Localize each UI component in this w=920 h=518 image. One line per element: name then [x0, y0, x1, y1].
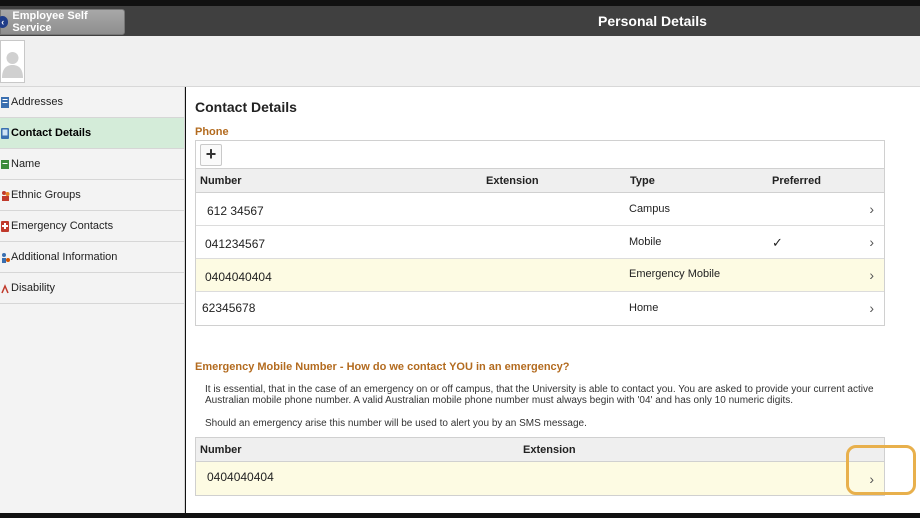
emergency-sms-note: Should an emergency arise this number wi… [205, 418, 587, 429]
table-row[interactable]: 62345678 Home › [196, 292, 884, 325]
table-row[interactable]: 041234567 Mobile ✓ › [196, 226, 884, 259]
additional-info-icon [0, 251, 10, 263]
phone-type: Home [629, 302, 659, 314]
column-header-extension: Extension [486, 175, 539, 187]
phone-section-title: Phone [195, 126, 229, 138]
back-button[interactable]: ‹ Employee Self Service [0, 9, 125, 35]
phone-grid-header: Number Extension Type Preferred [196, 169, 884, 193]
sidebar: Addresses Contact Details Name Ethnic Gr… [0, 87, 185, 513]
phone-number: 612 34567 [207, 204, 264, 218]
chevron-right-icon: › [869, 471, 874, 487]
sidebar-item-label: Contact Details [11, 127, 92, 139]
emergency-grid-header: Number Extension [196, 438, 884, 462]
profile-banner [0, 36, 920, 87]
sidebar-item-additional-information[interactable]: Additional Information [0, 242, 184, 273]
table-row[interactable]: 612 34567 Campus › [196, 193, 884, 226]
emergency-mobile-number: 0404040404 [207, 470, 274, 484]
sidebar-item-label: Disability [11, 282, 56, 294]
section-title: Contact Details [195, 99, 297, 115]
phone-type: Emergency Mobile [629, 268, 721, 280]
phone-grid-toolbar: + [196, 141, 884, 169]
header-bar: ‹ Employee Self Service Personal Details [0, 6, 920, 36]
app-frame: ‹ Employee Self Service Personal Details… [0, 0, 920, 518]
back-arrow-icon: ‹ [0, 16, 9, 28]
phone-number: 041234567 [205, 237, 266, 251]
emergency-number-row[interactable]: 0404040404 › [196, 462, 884, 495]
chevron-right-icon: › [869, 201, 874, 217]
column-header-number: Number [200, 444, 242, 456]
ethnic-groups-icon [0, 189, 10, 201]
phone-number: 62345678 [202, 301, 256, 315]
page-title: Personal Details [598, 13, 707, 29]
avatar [0, 40, 25, 83]
phone-type: Campus [629, 203, 670, 215]
sidebar-item-contact-details[interactable]: Contact Details [0, 118, 184, 149]
sidebar-item-label: Addresses [11, 96, 63, 108]
sidebar-item-label: Emergency Contacts [11, 220, 114, 232]
preferred-check-icon: ✓ [772, 235, 783, 250]
sidebar-item-emergency-contacts[interactable]: Emergency Contacts [0, 211, 184, 242]
phone-grid: + Number Extension Type Preferred 612 34… [195, 140, 885, 326]
main-content: Contact Details Phone + Number Extension… [186, 87, 920, 513]
column-header-extension: Extension [523, 444, 576, 456]
phone-type: Mobile [629, 236, 662, 248]
add-phone-button[interactable]: + [200, 143, 222, 166]
disability-icon [0, 282, 10, 294]
emergency-description: It is essential, that in the case of an … [205, 384, 874, 406]
phone-number: 0404040404 [205, 270, 272, 284]
column-header-number: Number [200, 175, 242, 187]
emergency-section-title: Emergency Mobile Number - How do we cont… [195, 361, 570, 373]
address-icon [0, 96, 10, 108]
chevron-right-icon: › [869, 267, 874, 283]
column-header-preferred: Preferred [772, 175, 821, 187]
sidebar-item-label: Name [11, 158, 41, 170]
emergency-grid: Number Extension 0404040404 › [195, 437, 885, 496]
user-silhouette-icon [2, 51, 23, 78]
emergency-contacts-icon [0, 220, 10, 232]
chevron-right-icon: › [869, 234, 874, 250]
name-icon [0, 158, 10, 170]
back-button-label: Employee Self Service [12, 10, 88, 34]
phone-icon [0, 127, 10, 139]
sidebar-item-label: Additional Information [11, 251, 118, 263]
sidebar-item-ethnic-groups[interactable]: Ethnic Groups [0, 180, 184, 211]
sidebar-item-name[interactable]: Name [0, 149, 184, 180]
column-header-type: Type [630, 175, 655, 187]
sidebar-item-disability[interactable]: Disability [0, 273, 184, 304]
sidebar-item-label: Ethnic Groups [11, 189, 81, 201]
chevron-right-icon: › [869, 300, 874, 316]
table-row[interactable]: 0404040404 Emergency Mobile › [196, 259, 884, 292]
sidebar-item-addresses[interactable]: Addresses [0, 87, 184, 118]
